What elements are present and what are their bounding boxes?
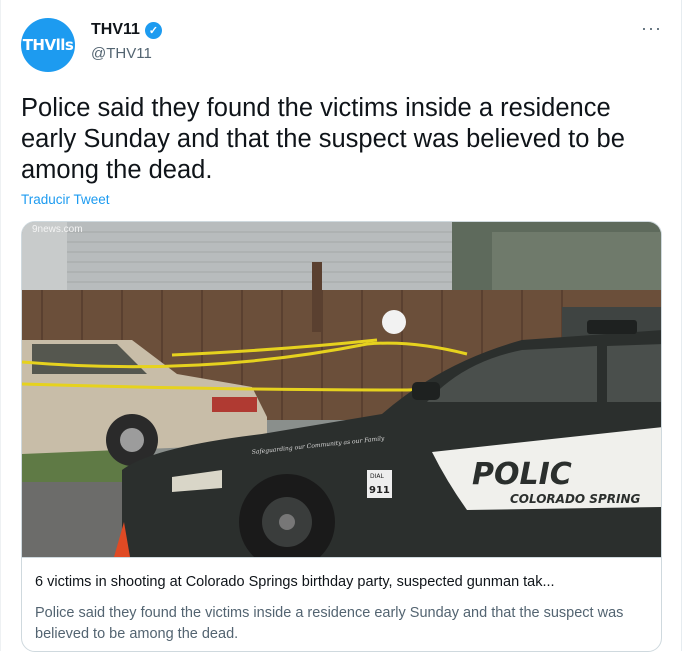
car-city-text: COLORADO SPRING <box>510 492 640 506</box>
avatar[interactable]: THVlls <box>21 18 75 72</box>
more-options-icon[interactable]: ··· <box>641 18 662 39</box>
tweet[interactable]: THVlls THV11 ✓ @THV11 ··· Police said th… <box>0 0 682 652</box>
translate-tweet-link[interactable]: Traducir Tweet <box>21 192 110 207</box>
account-handle[interactable]: @THV11 <box>91 45 152 62</box>
tweet-text: Police said they found the victims insid… <box>21 94 625 184</box>
image-watermark: 9news.com <box>32 224 83 235</box>
link-card[interactable]: POLIC COLORADO SPRING DIAL 911 Safeguard… <box>21 221 662 652</box>
card-info[interactable]: 6 victims in shooting at Colorado Spring… <box>22 557 661 651</box>
verified-badge-icon: ✓ <box>144 21 162 39</box>
car-dial-text: DIAL <box>370 473 384 480</box>
car-police-text: POLIC <box>472 457 572 492</box>
car-number-text: 911 <box>369 485 390 496</box>
account-name[interactable]: THV11 ✓ <box>91 21 162 39</box>
card-image[interactable]: POLIC COLORADO SPRING DIAL 911 Safeguard… <box>22 222 662 557</box>
card-description: Police said they found the victims insid… <box>35 605 624 642</box>
card-title[interactable]: 6 victims in shooting at Colorado Spring… <box>35 574 647 590</box>
account-name-label: THV11 <box>91 21 140 38</box>
avatar-logo-text: THVlls <box>22 36 74 54</box>
